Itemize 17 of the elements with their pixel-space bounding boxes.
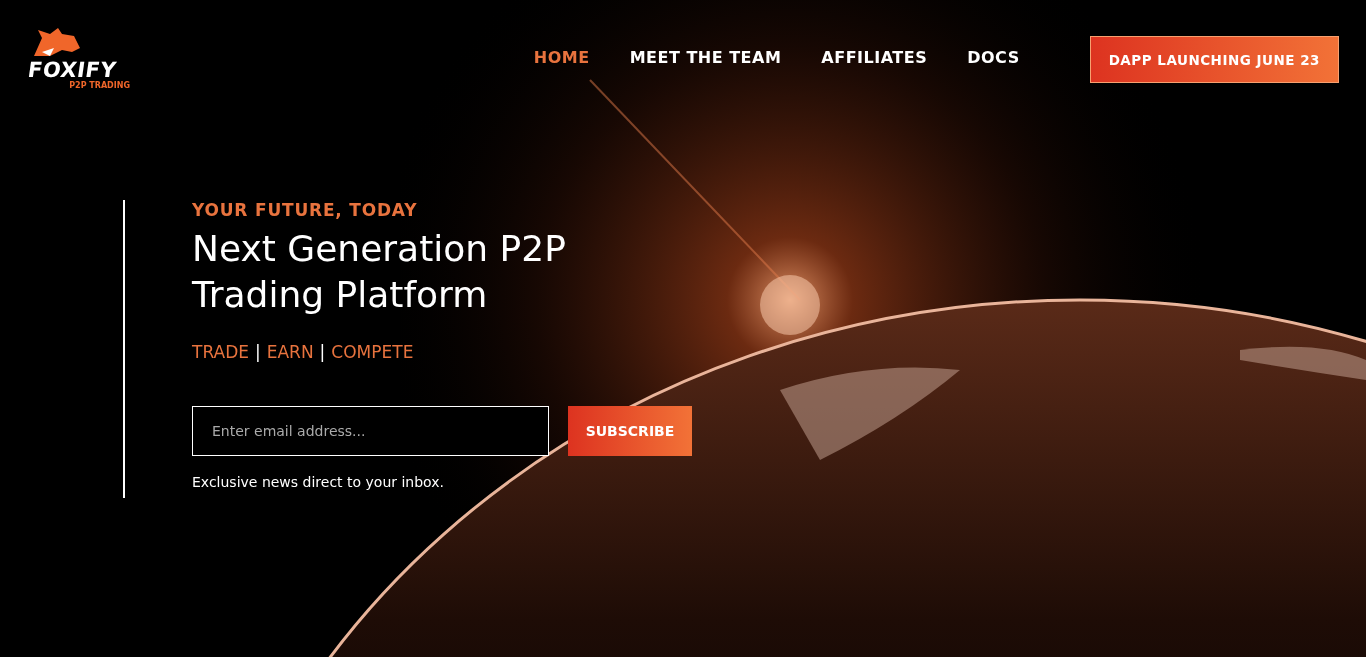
logo-wordmark: FOXIFY — [26, 60, 118, 81]
logo-subtitle: P2P TRADING — [69, 81, 130, 90]
subscribe-button[interactable]: SUBSCRIBE — [568, 406, 692, 456]
nav-link[interactable]: AFFILIATES — [821, 48, 928, 67]
separator-text: | — [319, 342, 326, 362]
tagline-word: TRADE — [192, 342, 249, 362]
hero-title: Next Generation P2P Trading Platform — [192, 227, 567, 317]
email-field[interactable]: Enter email address... — [192, 406, 549, 456]
tagline-word: EARN — [266, 342, 314, 362]
hero-eyebrow: YOUR FUTURE, TODAY — [192, 200, 419, 220]
subscribe-note: Exclusive news direct to your inbox. — [192, 474, 445, 490]
nav-link[interactable]: MEET THE TEAM — [629, 48, 782, 67]
separator-text: | — [254, 342, 261, 362]
tagline-word: COMPETE — [331, 342, 414, 362]
launch-button[interactable]: DAPP LAUNCHING JUNE 23 — [1089, 36, 1339, 83]
nav-link[interactable]: DOCS — [967, 48, 1020, 67]
nav-link[interactable]: HOME — [533, 48, 590, 67]
